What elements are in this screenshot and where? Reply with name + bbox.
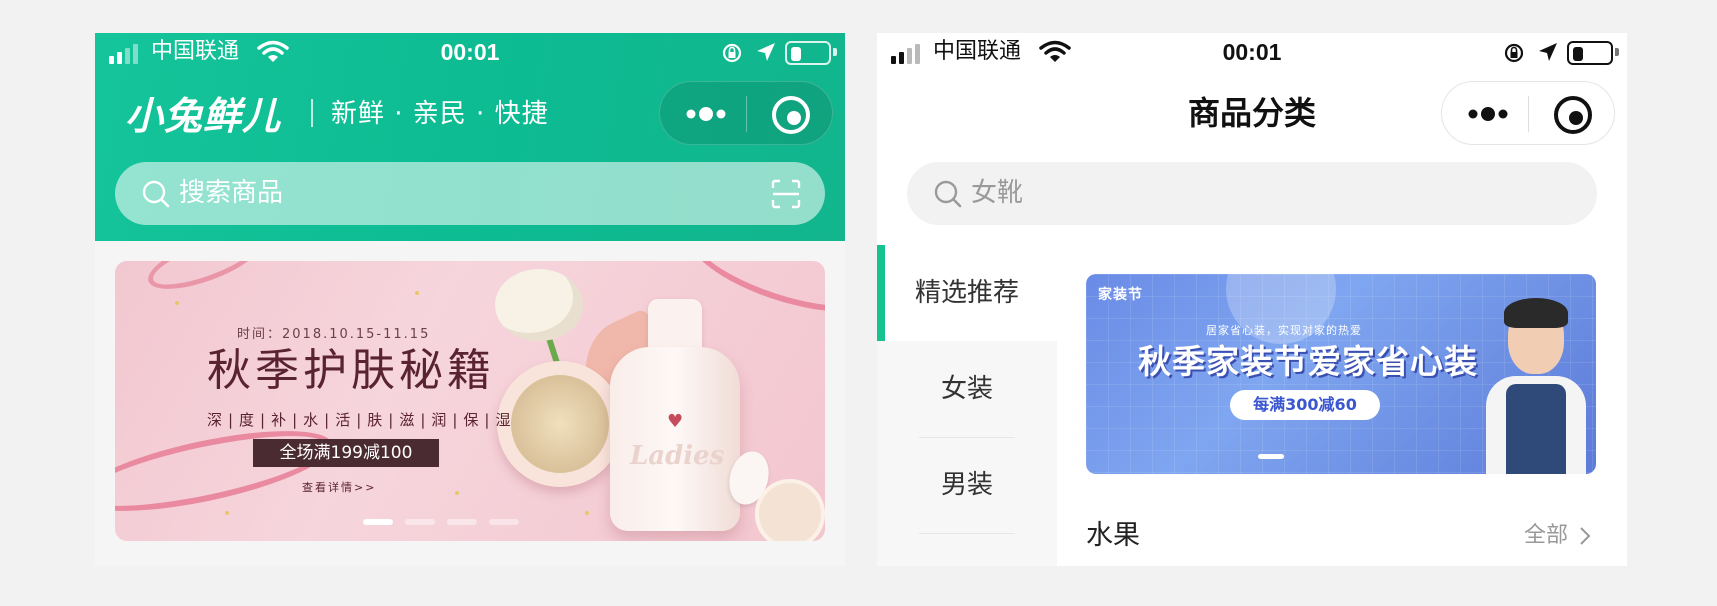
promo-offer: 全场满199减100 (253, 439, 439, 467)
promo-title: 秋季护肤秘籍 (207, 345, 495, 396)
search-icon (142, 180, 170, 208)
capsule-divider (1528, 96, 1529, 132)
lock-rotation-icon (1504, 43, 1524, 63)
battery-nub (833, 48, 837, 56)
location-arrow-icon (757, 43, 775, 61)
search-placeholder: 女靴 (971, 178, 1024, 208)
section-title: 水果 (1086, 520, 1140, 551)
more-icon[interactable] (1462, 94, 1514, 134)
bottle-cap-image (648, 299, 702, 351)
category-banner[interactable]: 家装节 居家省心装，实现对家的热爱 秋季家装节爱家省心装 每满300减60 (1086, 274, 1596, 474)
pagination-dot[interactable] (447, 519, 477, 525)
battery-icon (1567, 41, 1613, 65)
miniprogram-capsule (659, 81, 833, 145)
promo-details-link[interactable]: 查看详情>> (302, 479, 376, 495)
search-bar[interactable]: 搜索商品 (115, 162, 825, 225)
sidebar-item-label: 女装 (940, 374, 993, 404)
more-icon[interactable] (680, 94, 732, 134)
promo-date: 时间：2018.10.15-11.15 (237, 327, 431, 342)
banner-subtitle: 居家省心装，实现对家的热爱 (1206, 324, 1362, 337)
battery-icon (785, 41, 831, 65)
banner-pagination (1258, 454, 1284, 459)
sidebar-item-featured[interactable]: 精选推荐 (877, 245, 1057, 341)
sidebar-item-women[interactable]: 女装 (877, 341, 1057, 437)
sidebar-item-label: 精选推荐 (914, 278, 1019, 308)
banner-title: 秋季家装节爱家省心装 (1138, 342, 1478, 381)
battery-nub (1615, 48, 1619, 56)
scan-icon[interactable] (771, 179, 801, 209)
banner-logo: 家装节 (1098, 287, 1143, 303)
home-banner[interactable]: ♥ Ladies 时间：2018.10.15-11.15 秋季护肤秘籍 深|度|… (115, 261, 825, 541)
chevron-right-icon[interactable] (1574, 525, 1596, 547)
pagination-dot[interactable] (405, 519, 435, 525)
ribbon-decoration (141, 261, 269, 301)
brand-divider (311, 99, 313, 127)
category-screen: 中国联通 00:01 商品分类 女靴 精选推荐 女装 男装 家装节 居家省心装，… (877, 33, 1627, 566)
section-more-link[interactable]: 全部 (1524, 520, 1568, 552)
active-indicator (877, 245, 885, 341)
heart-icon: ♥ (667, 411, 684, 432)
home-header: 中国联通 00:01 小兔鲜儿 新鲜 · 亲民 · 快捷 搜索商品 (95, 33, 845, 241)
lotion-bottle-image (610, 347, 740, 531)
status-bar: 中国联通 00:01 (877, 33, 1627, 73)
location-arrow-icon (1539, 43, 1557, 61)
sidebar-item-label: 男装 (940, 470, 993, 500)
bottle-label: Ladies (630, 441, 725, 471)
pagination-dot[interactable] (363, 519, 393, 525)
search-bar[interactable]: 女靴 (907, 162, 1597, 225)
category-sidebar: 精选推荐 女装 男装 (877, 245, 1057, 566)
pagination-dot[interactable] (489, 519, 519, 525)
hairbrush-image (755, 479, 825, 541)
search-placeholder: 搜索商品 (179, 178, 284, 208)
miniprogram-capsule (1441, 81, 1615, 145)
search-icon (934, 180, 962, 208)
capsule-divider (746, 96, 747, 132)
spokesperson-image (1486, 298, 1586, 474)
brand-logo: 小兔鲜儿 (125, 94, 282, 138)
close-target-icon[interactable] (772, 96, 810, 134)
flower-image (495, 269, 583, 341)
close-target-icon[interactable] (1554, 96, 1592, 134)
sidebar-divider (919, 533, 1015, 534)
lock-rotation-icon (722, 43, 742, 63)
home-screen: 中国联通 00:01 小兔鲜儿 新鲜 · 亲民 · 快捷 搜索商品 ♥ Ladi… (95, 33, 845, 566)
banner-offer: 每满300减60 (1230, 390, 1380, 420)
sidebar-item-men[interactable]: 男装 (877, 437, 1057, 533)
brand-slogan: 新鲜 · 亲民 · 快捷 (331, 99, 549, 129)
status-bar: 中国联通 00:01 (95, 33, 845, 73)
promo-features: 深|度|补|水|活|肤|滋|润|保|湿 (207, 411, 517, 429)
